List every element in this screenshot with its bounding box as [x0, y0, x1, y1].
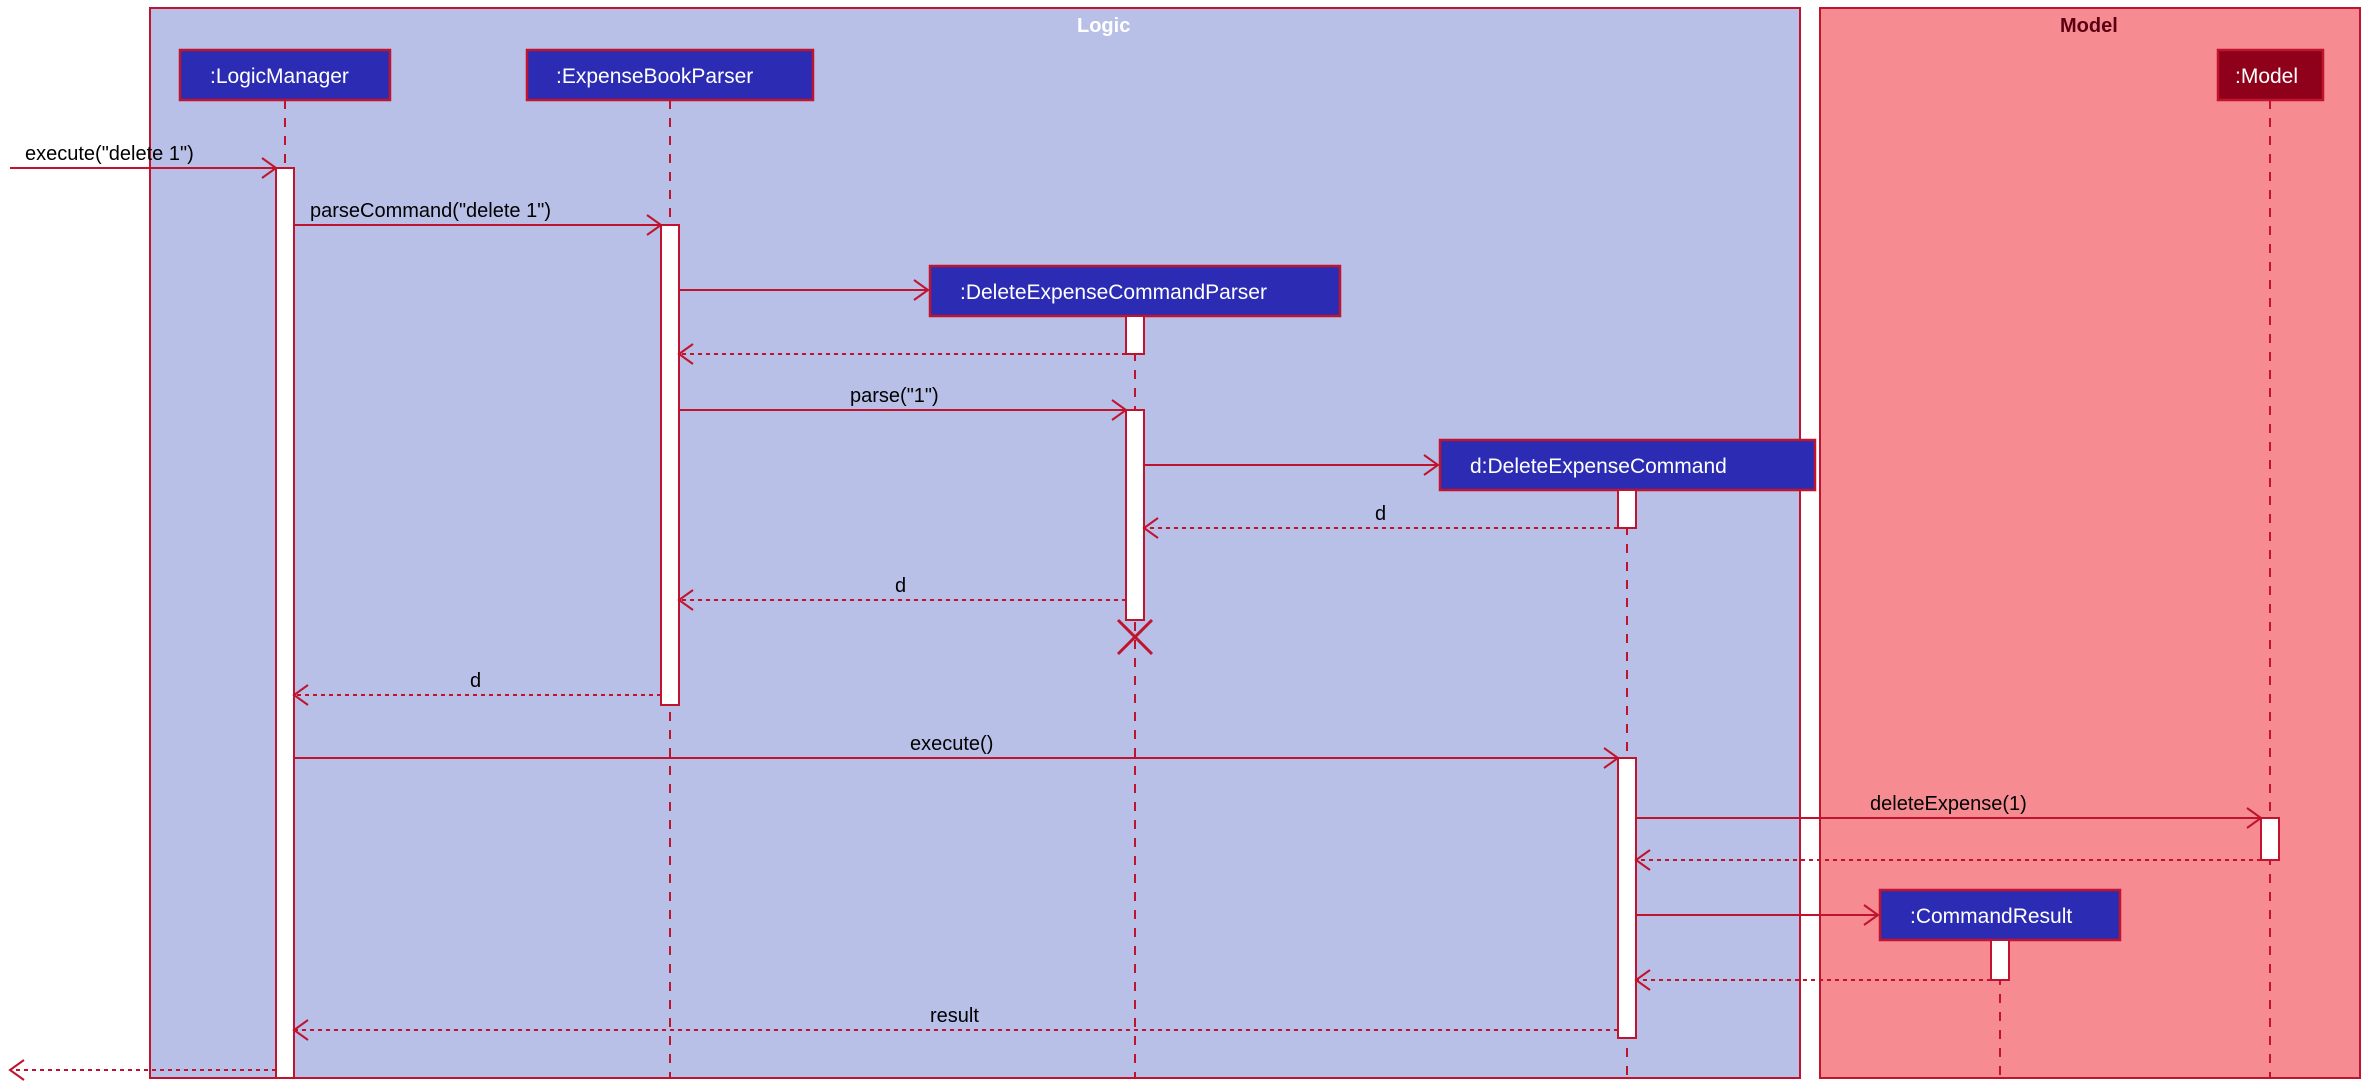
return-d-to-expense-parser-label: d [895, 575, 906, 597]
activation-command-result [1991, 940, 2009, 980]
frame-model-title: Model [2060, 15, 2118, 37]
activation-logic-manager [276, 168, 294, 1078]
activation-delete-parser-parse [1126, 410, 1144, 620]
return-result-label: result [930, 1005, 979, 1027]
participant-delete-parser-label: :DeleteExpenseCommandParser [960, 281, 1267, 304]
msg-parse-one-label: parse("1") [850, 385, 939, 407]
msg-parse-command-label: parseCommand("delete 1") [310, 200, 551, 222]
participant-delete-cmd-label: d:DeleteExpenseCommand [1470, 455, 1727, 478]
participant-expense-book-parser-label: :ExpenseBookParser [556, 65, 753, 88]
return-d-to-logic-label: d [470, 670, 481, 692]
frame-logic [150, 8, 1800, 1078]
activation-delete-cmd-create [1618, 490, 1636, 528]
msg-execute-cmd-label: execute() [910, 733, 993, 755]
participant-model-label: :Model [2235, 65, 2298, 88]
activation-delete-parser-create [1126, 316, 1144, 354]
participant-logic-manager-label: :LogicManager [210, 65, 349, 88]
msg-execute-delete-label: execute("delete 1") [25, 143, 194, 165]
activation-expense-parser [661, 225, 679, 705]
frame-logic-title: Logic [1077, 15, 1130, 37]
sequence-diagram: Logic Model :LogicManager :ExpenseBookPa… [0, 0, 2373, 1092]
msg-delete-expense-label: deleteExpense(1) [1870, 793, 2027, 815]
return-d-to-parser-label: d [1375, 503, 1386, 525]
participant-command-result-label: :CommandResult [1910, 905, 2072, 928]
activation-model [2261, 818, 2279, 860]
activation-delete-cmd-exec [1618, 758, 1636, 1038]
